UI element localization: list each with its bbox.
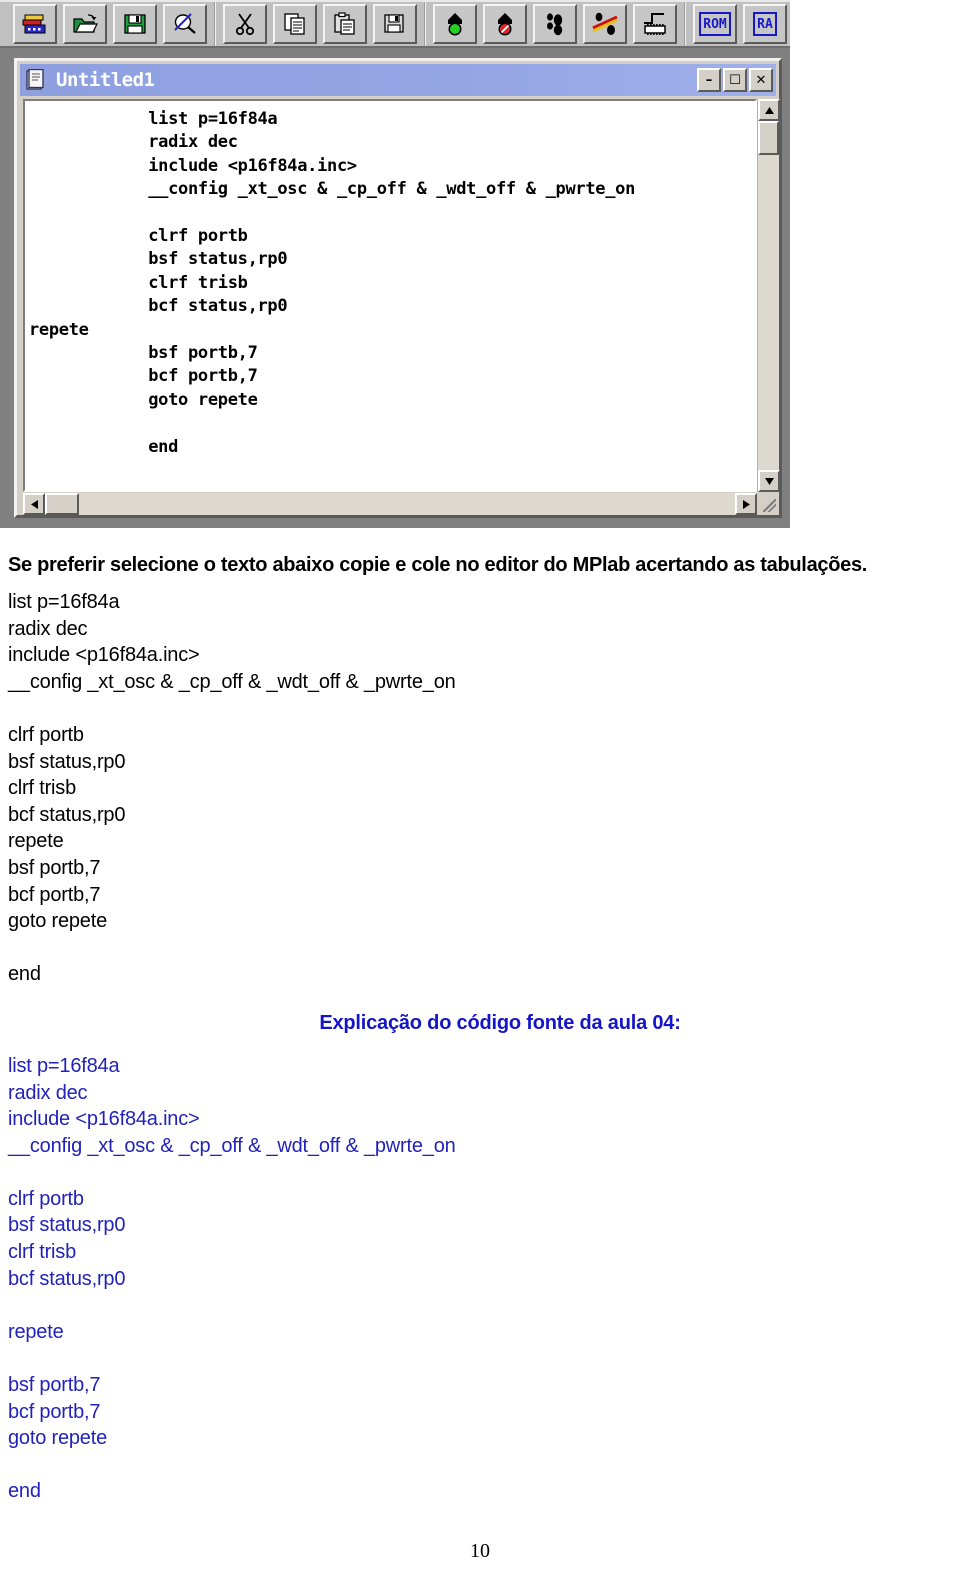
run-green-light-icon[interactable] <box>433 4 477 44</box>
blue-assembly-listing: list p=16f84a radix dec include <p16f84a… <box>8 1054 456 1503</box>
document-icon <box>26 68 46 91</box>
vertical-scroll-track[interactable] <box>758 155 779 470</box>
halt-red-light-icon[interactable] <box>483 4 527 44</box>
editor-code-text: list p=16f84a radix dec include <p16f84a… <box>29 109 636 457</box>
code-editor[interactable]: list p=16f84a radix dec include <p16f84a… <box>23 99 757 492</box>
reset-pulse-icon[interactable] <box>633 4 677 44</box>
toolbar-group-edit <box>216 2 426 46</box>
step-footprints-icon[interactable] <box>533 4 577 44</box>
window-controls: – ☐ ✕ <box>697 68 773 92</box>
save-all-icon[interactable] <box>373 4 417 44</box>
cut-scissors-icon[interactable] <box>223 4 267 44</box>
horizontal-scroll-thumb[interactable] <box>45 493 79 515</box>
copy-icon[interactable] <box>273 4 317 44</box>
rom-memory-icon[interactable]: ROM <box>693 4 737 44</box>
vertical-scroll-thumb[interactable] <box>758 121 779 155</box>
paste-clipboard-icon[interactable] <box>323 4 367 44</box>
editor-window: Untitled1 – ☐ ✕ list p=16f84a radix dec … <box>14 58 782 518</box>
editor-area: list p=16f84a radix dec include <p16f84a… <box>23 99 780 515</box>
editor-row: list p=16f84a radix dec include <p16f84a… <box>23 99 780 492</box>
close-button[interactable]: ✕ <box>749 68 773 92</box>
horizontal-scrollbar[interactable] <box>23 493 779 515</box>
page-number: 10 <box>470 1540 490 1562</box>
section-heading: Explicação do código fonte da aula 04: <box>319 1011 681 1034</box>
mplab-screenshot: ROM RA Untitled1 – ☐ ✕ list p=16f84a rad… <box>0 0 790 528</box>
maximize-button[interactable]: ☐ <box>723 68 747 92</box>
window-title: Untitled1 <box>56 69 155 91</box>
vertical-scrollbar[interactable] <box>757 99 780 492</box>
open-folder-icon[interactable] <box>63 4 107 44</box>
scroll-right-button[interactable] <box>735 493 757 515</box>
toolbar-group-file <box>6 2 216 46</box>
ram-memory-icon[interactable]: RA <box>743 4 787 44</box>
find-icon[interactable] <box>163 4 207 44</box>
toolbar-group-memory: ROM RA <box>686 2 790 46</box>
scroll-left-button[interactable] <box>23 493 45 515</box>
new-project-icon[interactable] <box>13 4 57 44</box>
intro-paragraph: Se preferir selecione o texto abaixo cop… <box>8 554 868 576</box>
document-body: Se preferir selecione o texto abaixo cop… <box>0 528 960 1505</box>
plain-assembly-listing: list p=16f84a radix dec include <p16f84a… <box>8 591 456 986</box>
ram-label: RA <box>757 17 773 32</box>
mplab-toolbar: ROM RA <box>0 0 790 48</box>
window-titlebar[interactable]: Untitled1 – ☐ ✕ <box>20 64 776 96</box>
save-floppy-icon[interactable] <box>113 4 157 44</box>
scroll-up-button[interactable] <box>758 99 780 121</box>
minimize-button[interactable]: – <box>697 68 721 92</box>
toolbar-group-debug <box>426 2 686 46</box>
step-over-icon[interactable] <box>583 4 627 44</box>
resize-grip[interactable] <box>757 493 779 515</box>
horizontal-scroll-track[interactable] <box>79 493 735 515</box>
rom-label: ROM <box>703 17 727 32</box>
scroll-down-button[interactable] <box>758 470 780 492</box>
